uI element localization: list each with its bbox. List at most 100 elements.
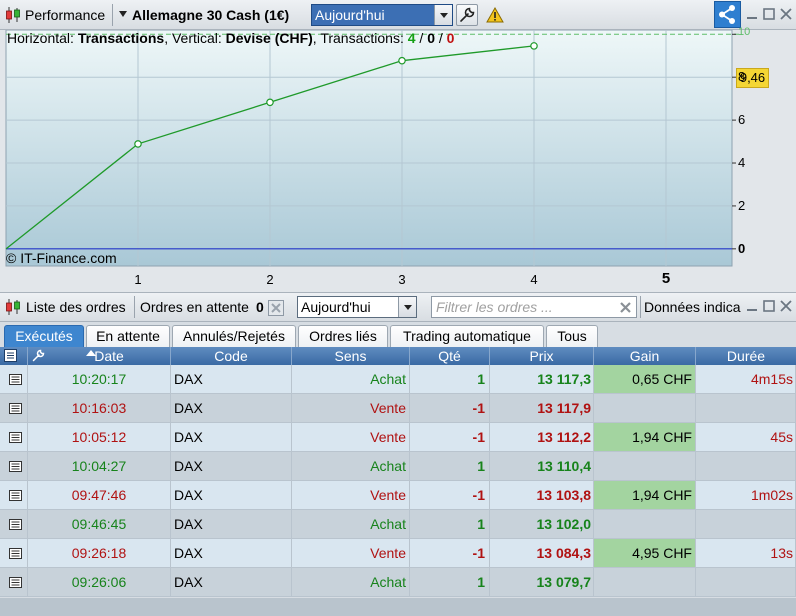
cell-date: 09:47:46 bbox=[28, 481, 171, 510]
table-row[interactable]: 10:04:27 DAX Achat 1 13 110,4 bbox=[0, 452, 796, 481]
tx-count-winning: 4 bbox=[407, 30, 416, 46]
cell-sens: Achat bbox=[292, 568, 410, 597]
cell-code: DAX bbox=[171, 394, 292, 423]
cell-code: DAX bbox=[171, 423, 292, 452]
cell-duree: 1m02s bbox=[696, 481, 796, 510]
order-detail-icon[interactable] bbox=[9, 577, 22, 588]
header-prix[interactable]: Prix bbox=[490, 347, 594, 365]
header-gain[interactable]: Gain bbox=[594, 347, 696, 365]
toolbar-separator bbox=[134, 296, 135, 318]
header-sens[interactable]: Sens bbox=[292, 347, 410, 365]
cell-code: DAX bbox=[171, 510, 292, 539]
cell-prix: 13 117,9 bbox=[490, 394, 594, 423]
row-detail-cell[interactable] bbox=[0, 423, 28, 452]
tab-executed[interactable]: Exécutés bbox=[4, 325, 84, 347]
tx-count-losing: 0 bbox=[446, 30, 455, 46]
cell-date: 10:04:27 bbox=[28, 452, 171, 481]
row-detail-cell[interactable] bbox=[0, 568, 28, 597]
warning-icon[interactable] bbox=[486, 7, 504, 23]
pending-orders-label[interactable]: Ordres en attente bbox=[140, 293, 249, 321]
close-icon[interactable] bbox=[780, 300, 792, 312]
orders-filter-input[interactable]: Filtrer les ordres ... bbox=[431, 296, 637, 318]
orders-tabs: Exécutés En attente Annulés/Rejetés Ordr… bbox=[0, 322, 796, 347]
cell-sens: Vente bbox=[292, 481, 410, 510]
table-row[interactable]: 10:05:12 DAX Vente -1 13 112,2 1,94 CHF 45s bbox=[0, 423, 796, 452]
instrument-selector[interactable]: Allemagne 30 Cash (1€) bbox=[132, 0, 289, 30]
row-detail-cell[interactable] bbox=[0, 510, 28, 539]
tab-all[interactable]: Tous bbox=[546, 325, 598, 347]
cancel-all-icon[interactable] bbox=[268, 300, 284, 316]
cell-code: DAX bbox=[171, 365, 292, 394]
header-code[interactable]: Code bbox=[171, 347, 292, 365]
row-detail-cell[interactable] bbox=[0, 481, 28, 510]
data-point bbox=[530, 42, 538, 50]
order-detail-icon[interactable] bbox=[9, 519, 22, 530]
cell-code: DAX bbox=[171, 452, 292, 481]
dropdown-arrow-icon[interactable] bbox=[434, 5, 452, 25]
cell-duree bbox=[696, 394, 796, 423]
x-tick-label: 4 bbox=[530, 272, 538, 287]
sort-ascending-icon bbox=[86, 350, 96, 356]
y-tick-label: 2 bbox=[738, 197, 746, 213]
x-tick-label: 2 bbox=[266, 272, 274, 287]
order-detail-icon[interactable] bbox=[9, 432, 22, 443]
header-tools bbox=[0, 347, 45, 365]
list-icon[interactable] bbox=[4, 349, 17, 362]
row-detail-cell[interactable] bbox=[0, 452, 28, 481]
orders-period-dropdown[interactable]: Aujourd'hui bbox=[297, 296, 417, 318]
orders-period-value: Aujourd'hui bbox=[301, 299, 371, 315]
period-dropdown[interactable]: Aujourd'hui bbox=[311, 4, 453, 26]
performance-label[interactable]: Performance bbox=[25, 0, 105, 30]
cell-gain bbox=[594, 452, 696, 481]
tx-separator: / bbox=[415, 30, 428, 46]
table-row[interactable]: 09:46:45 DAX Achat 1 13 102,0 bbox=[0, 510, 796, 539]
row-detail-cell[interactable] bbox=[0, 394, 28, 423]
caption-horizontal: Transactions bbox=[77, 30, 165, 46]
caption-mid: , Vertical: bbox=[164, 30, 226, 46]
table-row[interactable]: 09:47:46 DAX Vente -1 13 103,8 1,94 CHF 1m02s bbox=[0, 481, 796, 510]
row-detail-cell[interactable] bbox=[0, 539, 28, 568]
share-button[interactable] bbox=[714, 1, 741, 28]
order-detail-icon[interactable] bbox=[9, 403, 22, 414]
tab-cancelled-rejected[interactable]: Annulés/Rejetés bbox=[172, 325, 296, 347]
table-row[interactable]: 09:26:06 DAX Achat 1 13 079,7 bbox=[0, 568, 796, 597]
dropdown-arrow-icon[interactable] bbox=[398, 297, 416, 317]
tab-linked-orders[interactable]: Ordres liés bbox=[298, 325, 388, 347]
header-date[interactable]: Date bbox=[28, 347, 171, 365]
minimize-icon[interactable] bbox=[746, 8, 758, 20]
cell-gain: 1,94 CHF bbox=[594, 423, 696, 452]
orders-list-label[interactable]: Liste des ordres bbox=[26, 293, 126, 321]
performance-chart: Horizontal: Transactions, Vertical: Devi… bbox=[0, 26, 796, 292]
x-tick-label: 3 bbox=[398, 272, 406, 287]
table-row[interactable]: 09:26:18 DAX Vente -1 13 084,3 4,95 CHF 13s bbox=[0, 539, 796, 568]
tab-pending[interactable]: En attente bbox=[86, 325, 170, 347]
indicative-data-label[interactable]: Données indica bbox=[644, 293, 741, 321]
cell-qte: 1 bbox=[410, 510, 490, 539]
cell-duree: 13s bbox=[696, 539, 796, 568]
row-detail-cell[interactable] bbox=[0, 365, 28, 394]
close-icon[interactable] bbox=[780, 8, 792, 20]
order-detail-icon[interactable] bbox=[9, 461, 22, 472]
clear-filter-icon[interactable] bbox=[619, 301, 632, 314]
copyright-text: © IT-Finance.com bbox=[6, 250, 117, 266]
caption-transactions: , Transactions: bbox=[312, 30, 408, 46]
header-qte[interactable]: Qté bbox=[410, 347, 490, 365]
performance-toolbar: Performance Allemagne 30 Cash (1€) Aujou… bbox=[0, 0, 796, 30]
maximize-icon[interactable] bbox=[763, 300, 775, 312]
cell-date: 09:46:45 bbox=[28, 510, 171, 539]
table-row[interactable]: 10:16:03 DAX Vente -1 13 117,9 bbox=[0, 394, 796, 423]
minimize-icon[interactable] bbox=[746, 300, 758, 312]
settings-button[interactable] bbox=[456, 4, 478, 26]
order-detail-icon[interactable] bbox=[9, 374, 22, 385]
chevron-down-icon[interactable] bbox=[119, 11, 127, 17]
maximize-icon[interactable] bbox=[763, 8, 775, 20]
chart-canvas[interactable] bbox=[0, 30, 796, 292]
cell-gain bbox=[594, 394, 696, 423]
table-row[interactable]: 10:20:17 DAX Achat 1 13 117,3 0,65 CHF 4m15s bbox=[0, 365, 796, 394]
orders-toolbar: Liste des ordres Ordres en attente 0 Auj… bbox=[0, 292, 796, 322]
cell-gain bbox=[594, 568, 696, 597]
tab-automatic-trading[interactable]: Trading automatique bbox=[390, 325, 544, 347]
header-duree[interactable]: Durée bbox=[696, 347, 796, 365]
order-detail-icon[interactable] bbox=[9, 548, 22, 559]
order-detail-icon[interactable] bbox=[9, 490, 22, 501]
